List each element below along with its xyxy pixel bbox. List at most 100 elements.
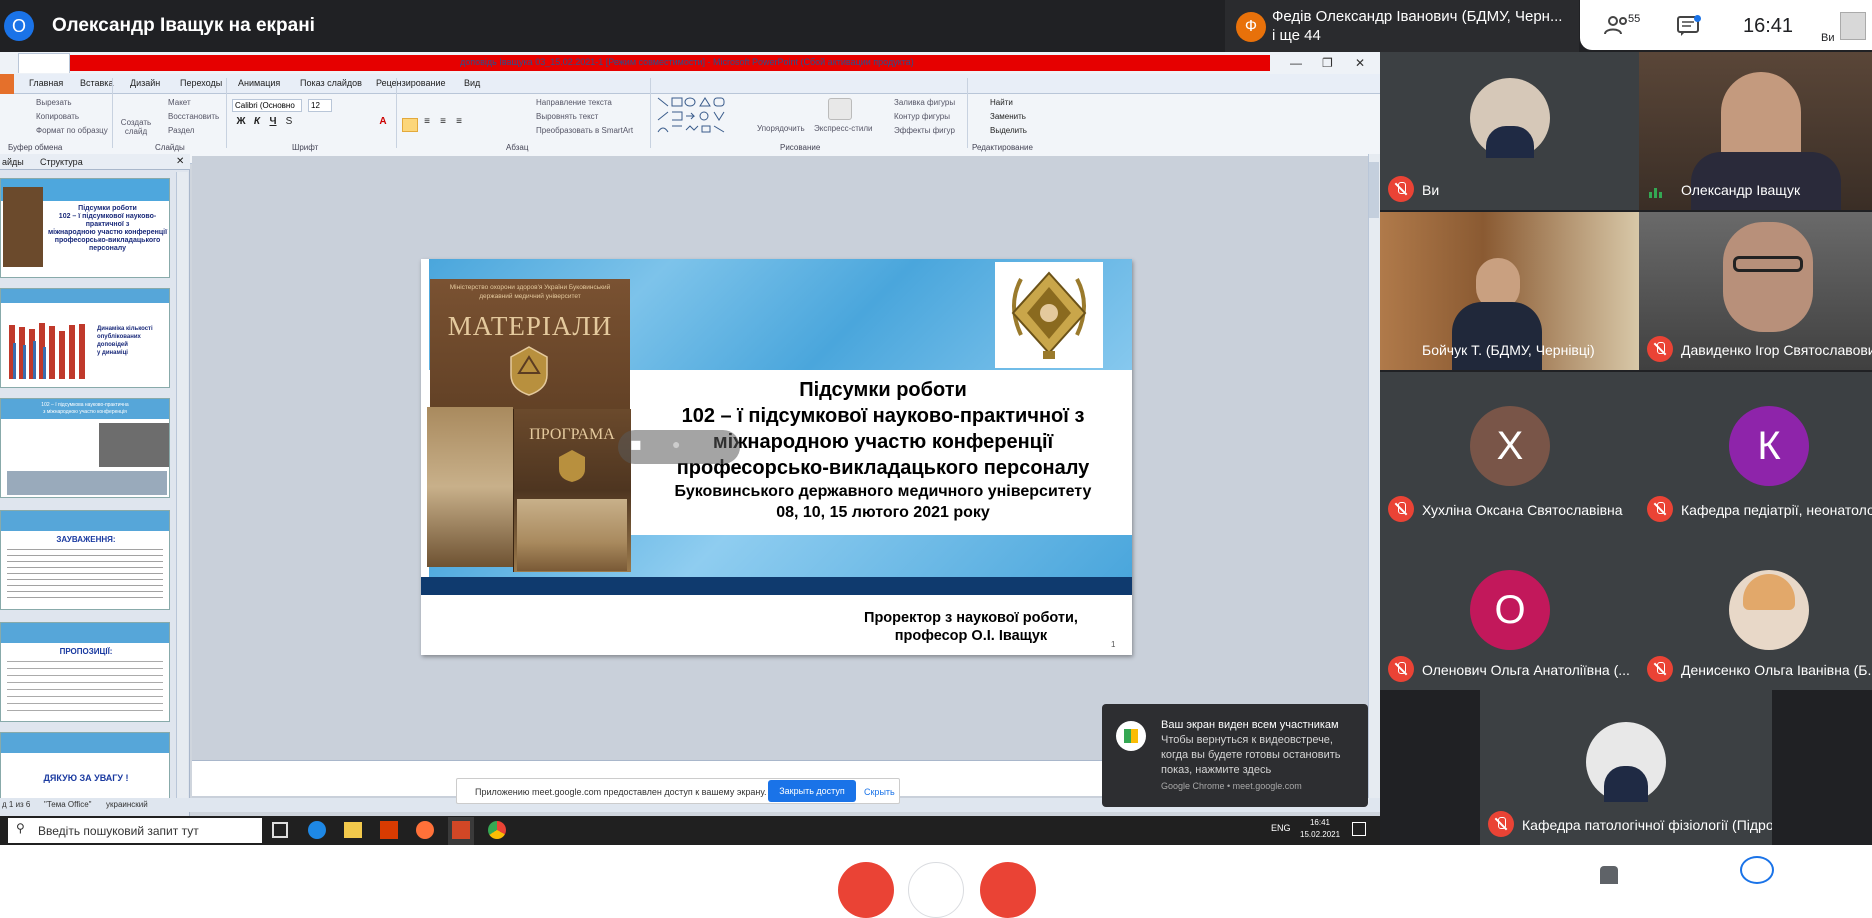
tab-home[interactable]: Главная xyxy=(29,78,63,88)
firefox-icon[interactable] xyxy=(416,821,434,839)
font-size-select[interactable]: 12 xyxy=(308,99,332,112)
reset-button[interactable]: Восстановить xyxy=(168,112,219,121)
mic-off-icon xyxy=(1488,811,1514,837)
keyboard-language[interactable]: ENG xyxy=(1271,823,1291,833)
tab-review[interactable]: Рецензирование xyxy=(376,78,446,88)
thumbnail-heading: ДЯКУЮ ЗА УВАГУ ! xyxy=(43,773,129,783)
copy-button[interactable]: Копировать xyxy=(36,112,79,121)
slides-panel-scrollbar[interactable] xyxy=(176,172,188,812)
new-slide-button[interactable]: Создать слайд xyxy=(118,118,154,136)
underline-button[interactable]: Ч xyxy=(266,116,280,130)
current-slide[interactable]: Міністерство охорони здоров'я України Бу… xyxy=(421,259,1132,655)
participant-tile[interactable]: О Оленович Ольга Анатоліївна (... xyxy=(1380,530,1639,690)
self-thumbnail[interactable] xyxy=(1840,12,1866,40)
tab-insert[interactable]: Вставка xyxy=(80,78,113,88)
mic-toggle-button[interactable] xyxy=(838,862,894,918)
align-text-button[interactable]: Выровнять текст xyxy=(536,112,598,121)
slide-thumbnail-2[interactable]: Динаміка кількості опублікованих доповід… xyxy=(0,288,170,388)
mic-off-icon xyxy=(1388,656,1414,682)
file-tab[interactable] xyxy=(0,74,14,94)
thumbnail-text: Динаміка кількості опублікованих доповід… xyxy=(97,326,153,356)
slide-thumbnail-4[interactable]: ЗАУВАЖЕННЯ: xyxy=(0,510,170,610)
raise-hand-icon[interactable] xyxy=(1600,866,1618,884)
shape-effects-button[interactable]: Эффекты фигур xyxy=(894,126,955,135)
tab-design[interactable]: Дизайн xyxy=(130,78,160,88)
tab-slideshow[interactable]: Показ слайдов xyxy=(300,78,362,88)
shape-fill-button[interactable]: Заливка фигуры xyxy=(894,98,955,107)
layout-button[interactable]: Макет xyxy=(168,98,191,107)
cut-button[interactable]: Вырезать xyxy=(36,98,72,107)
format-painter-button[interactable]: Формат по образцу xyxy=(36,126,108,135)
participant-tile[interactable]: Денисенко Ольга Іванівна (Б... xyxy=(1639,530,1872,690)
editing-group-label: Редактирование xyxy=(972,143,1033,152)
participant-tile[interactable]: Олександр Іващук xyxy=(1639,52,1872,210)
leave-call-button[interactable] xyxy=(980,862,1036,918)
slide-subtitle-line: Буковинського державного медичного уніве… xyxy=(674,483,1092,500)
speaking-indicator-icon xyxy=(1649,185,1665,198)
mic-off-icon xyxy=(1647,336,1673,362)
stop-sharing-button[interactable]: Закрыть доступ xyxy=(768,780,856,802)
participant-tile[interactable]: Давиденко Ігор Святославович xyxy=(1639,212,1872,370)
powerpoint-icon[interactable] xyxy=(452,821,470,839)
quick-styles-button[interactable]: Экспресс-стили xyxy=(814,124,873,133)
align-left-button[interactable] xyxy=(402,118,418,132)
mic-icon[interactable]: ● xyxy=(672,436,680,452)
slide-thumbnail-3[interactable]: 102 – ї підсумкова науково-практична з м… xyxy=(0,398,170,498)
replace-button[interactable]: Заменить xyxy=(990,112,1026,121)
bold-button[interactable]: Ж xyxy=(234,116,248,130)
slide-thumbnail-1[interactable]: Підсумки роботи 102 – ї підсумкової наук… xyxy=(0,178,170,278)
smartart-button[interactable]: Преобразовать в SmartArt xyxy=(536,126,633,135)
participant-tile[interactable]: Кафедра патологічної фізіології (Підро..… xyxy=(1480,690,1772,845)
find-button[interactable]: Найти xyxy=(990,98,1013,107)
participant-name: Денисенко Ольга Іванівна (Б... xyxy=(1681,662,1872,678)
slide-thumbnail-5[interactable]: ПРОПОЗИЦІЇ: xyxy=(0,622,170,722)
slide-title-line: 102 – ї підсумкової науково-практичної з xyxy=(681,405,1085,427)
canvas-scrollbar[interactable] xyxy=(1368,154,1380,812)
tab-transitions[interactable]: Переходы xyxy=(180,78,222,88)
justify-button[interactable]: ≡ xyxy=(452,116,466,130)
edge-icon[interactable] xyxy=(308,821,326,839)
hide-share-bar-button[interactable]: Скрыть xyxy=(864,787,895,797)
align-center-button[interactable]: ≡ xyxy=(420,116,434,130)
chrome-icon[interactable] xyxy=(488,821,506,839)
shape-outline-button[interactable]: Контур фигуры xyxy=(894,112,950,121)
participant-tile[interactable]: Бойчук Т. (БДМУ, Чернівці) xyxy=(1380,212,1639,370)
scrollbar-thumb[interactable] xyxy=(1369,162,1379,218)
file-explorer-icon[interactable] xyxy=(344,822,362,838)
panel-tab-outline[interactable]: Структура xyxy=(40,157,83,167)
thumbnail-heading: 102 – ї підсумкова науково-практична з м… xyxy=(41,402,129,415)
shadow-button[interactable]: S xyxy=(282,116,296,130)
align-right-button[interactable]: ≡ xyxy=(436,116,450,130)
panel-close-icon[interactable]: ✕ xyxy=(176,156,184,167)
thumbnail-title: Підсумки роботи 102 – ї підсумкової наук… xyxy=(47,205,168,252)
ribbon-divider xyxy=(112,78,113,148)
quick-styles-icon[interactable] xyxy=(828,98,852,120)
italic-button[interactable]: К xyxy=(250,116,264,130)
shapes-gallery-icon[interactable] xyxy=(656,96,746,136)
camera-icon[interactable]: ◼ xyxy=(630,436,642,453)
restore-icon[interactable]: ❐ xyxy=(1322,56,1333,70)
task-view-icon[interactable] xyxy=(272,822,288,838)
camera-toggle-button[interactable] xyxy=(908,862,964,918)
text-direction-button[interactable]: Направление текста xyxy=(536,98,612,107)
panel-tab-slides[interactable]: айды xyxy=(2,157,24,167)
office-icon[interactable] xyxy=(380,821,398,839)
close-icon[interactable]: ✕ xyxy=(1355,56,1365,70)
notification-center-icon[interactable] xyxy=(1352,822,1366,836)
tab-view[interactable]: Вид xyxy=(464,78,480,88)
select-button[interactable]: Выделить xyxy=(990,126,1027,135)
self-label: Ви xyxy=(1821,32,1835,44)
mic-off-icon xyxy=(1388,176,1414,202)
arrange-button[interactable]: Упорядочить xyxy=(757,124,805,133)
participant-tile[interactable]: К Кафедра педіатрії, неонатології xyxy=(1639,372,1872,530)
present-now-icon[interactable] xyxy=(1740,856,1774,884)
minimize-icon[interactable]: — xyxy=(1290,56,1302,70)
font-color-button[interactable]: A xyxy=(376,116,390,130)
thumbnail-book-image xyxy=(3,187,43,267)
font-name-select[interactable]: Calibri (Основно xyxy=(232,99,302,112)
participant-tile[interactable]: Х Хухліна Оксана Святославівна xyxy=(1380,372,1639,530)
tab-animation[interactable]: Анимация xyxy=(238,78,280,88)
section-button[interactable]: Раздел xyxy=(168,126,194,135)
clipboard-group-label: Буфер обмена xyxy=(8,143,63,152)
participant-tile[interactable]: Ви xyxy=(1380,52,1639,210)
